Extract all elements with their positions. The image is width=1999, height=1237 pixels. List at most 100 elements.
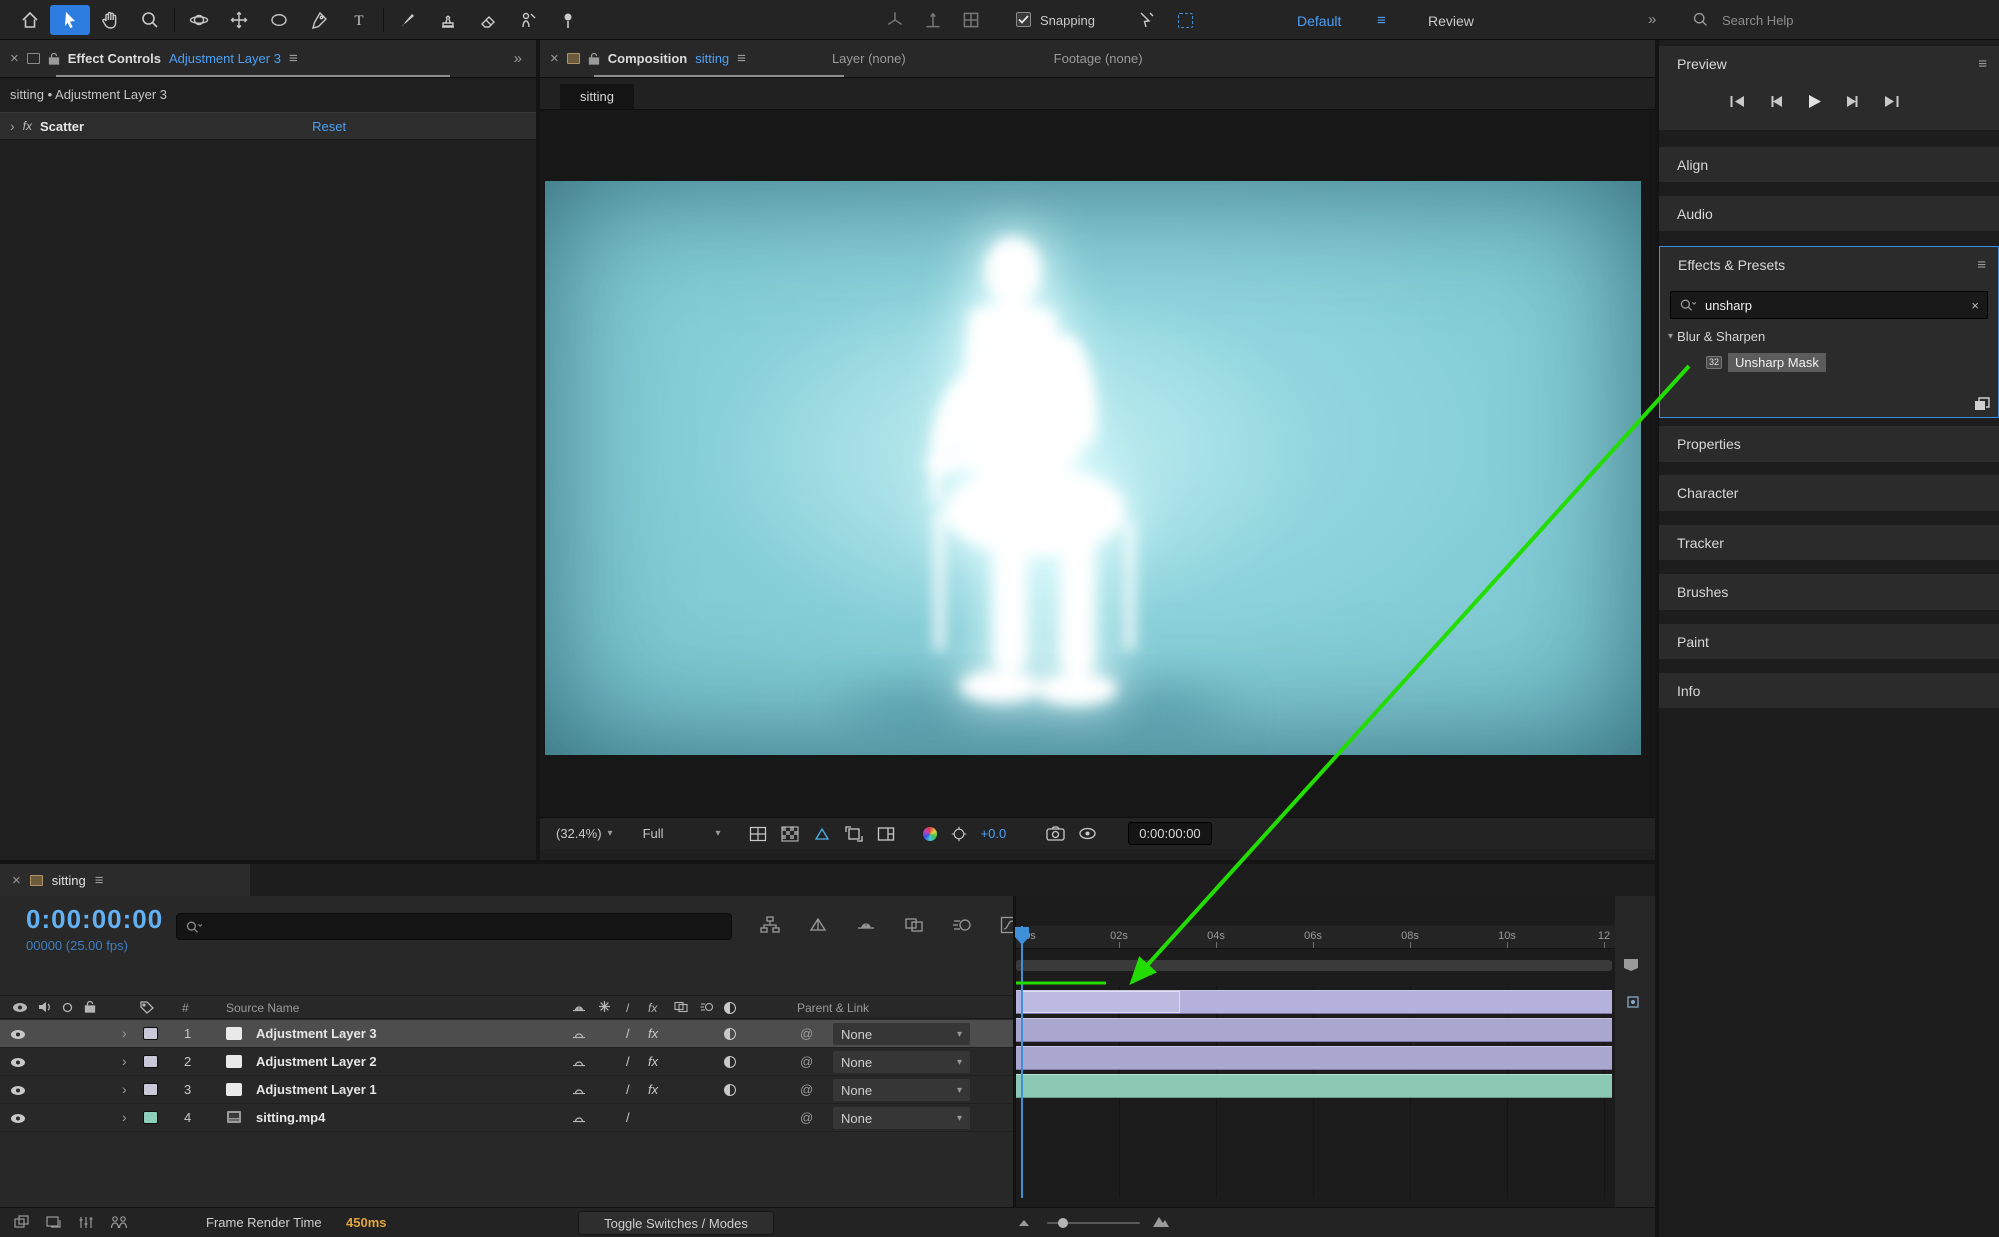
info-panel[interactable]: Info	[1659, 673, 1999, 708]
work-area-bar[interactable]	[1016, 960, 1612, 971]
magnification-dropdown[interactable]: (32.4%)▾	[556, 826, 613, 841]
snap-grid-icon[interactable]	[1178, 13, 1193, 28]
audio-panel[interactable]: Audio	[1659, 196, 1999, 231]
parent-pickwhip-icon[interactable]: @	[800, 1110, 813, 1125]
help-search-input[interactable]: Search Help	[1722, 13, 1794, 28]
transfer-controls-icon[interactable]	[46, 1215, 63, 1230]
shy-switch-icon[interactable]	[572, 1056, 586, 1069]
timeline-tab-label[interactable]: sitting	[52, 873, 86, 888]
chevron-down-icon[interactable]: ▾	[1668, 331, 1673, 342]
clone-stamp-tool-icon[interactable]	[428, 5, 468, 35]
quality-switch-icon[interactable]: /	[626, 1082, 630, 1097]
parent-pane-icon[interactable]	[110, 1215, 129, 1230]
parent-dropdown[interactable]: None▾	[833, 1107, 970, 1129]
preview-header[interactable]: Preview	[1677, 56, 1727, 72]
expand-layer-panes-icon[interactable]	[14, 1215, 31, 1230]
parent-dropdown[interactable]: None▾	[833, 1023, 970, 1045]
chevron-expand-icon[interactable]: ›	[122, 1025, 127, 1041]
panel-overflow-icon[interactable]: »	[514, 50, 522, 67]
orbit-camera-tool-icon[interactable]	[179, 5, 219, 35]
parent-dropdown[interactable]: None▾	[833, 1051, 970, 1073]
previous-frame-icon[interactable]	[1768, 95, 1785, 108]
fx-switch-icon[interactable]: fx	[648, 1054, 658, 1069]
viewer-timecode[interactable]: 0:00:00:00	[1128, 822, 1211, 845]
selection-tool-icon[interactable]	[50, 5, 90, 35]
current-timecode[interactable]: 0:00:00:00	[26, 904, 163, 935]
toggle-switches-modes-button[interactable]: Toggle Switches / Modes	[578, 1211, 774, 1235]
layer-row-1[interactable]: › 1 Adjustment Layer 3 / fx @ None▾	[0, 1020, 1013, 1048]
parent-pickwhip-icon[interactable]: @	[800, 1054, 813, 1069]
eye-icon[interactable]	[10, 1085, 26, 1096]
effects-presets-search[interactable]: unsharp ×	[1670, 291, 1988, 319]
pan-behind-tool-icon[interactable]	[219, 5, 259, 35]
next-frame-icon[interactable]	[1844, 95, 1861, 108]
timeline-tab[interactable]: × sitting ≡	[0, 864, 250, 896]
comp-marker-bin-icon[interactable]	[1623, 958, 1639, 972]
tab-layer[interactable]: Layer (none)	[832, 51, 906, 66]
type-tool-icon[interactable]: T	[339, 5, 379, 35]
view-layout-icon[interactable]	[877, 826, 895, 842]
layer-bar-adjustment-1[interactable]	[1016, 1046, 1612, 1070]
resolution-dropdown[interactable]: Full▾	[643, 826, 721, 841]
panel-menu-icon[interactable]: ≡	[95, 872, 104, 889]
parent-dropdown[interactable]: None▾	[833, 1079, 970, 1101]
paint-panel[interactable]: Paint	[1659, 624, 1999, 659]
panel-menu-icon[interactable]: ≡	[1978, 56, 1987, 73]
effect-result-label[interactable]: Unsharp Mask	[1728, 353, 1826, 372]
local-axis-mode-icon[interactable]	[884, 9, 906, 31]
quality-switch-icon[interactable]: /	[626, 1110, 630, 1125]
parent-link-column-header[interactable]: Parent & Link	[797, 1001, 869, 1015]
lock-icon[interactable]	[48, 52, 60, 65]
tab-footage[interactable]: Footage (none)	[1054, 51, 1143, 66]
layer-name[interactable]: sitting.mp4	[256, 1110, 325, 1125]
play-icon[interactable]	[1807, 94, 1822, 109]
layer-name[interactable]: Adjustment Layer 2	[256, 1054, 377, 1069]
comp-button-icon[interactable]	[1627, 996, 1639, 1008]
layer-row-3[interactable]: › 3 Adjustment Layer 1 / fx @ None▾	[0, 1076, 1013, 1104]
draft-3d-icon[interactable]	[808, 916, 828, 934]
properties-panel[interactable]: Properties	[1659, 426, 1999, 462]
first-frame-icon[interactable]	[1729, 95, 1746, 108]
category-blur-sharpen[interactable]: ▾ Blur & Sharpen	[1668, 329, 1765, 344]
shy-switch-icon[interactable]	[572, 1112, 586, 1125]
zoom-in-mountain-icon[interactable]	[1152, 1214, 1170, 1228]
transparency-grid-icon[interactable]	[781, 826, 799, 842]
close-icon[interactable]: ×	[10, 50, 19, 67]
reset-link[interactable]: Reset	[312, 119, 346, 134]
chevron-expand-icon[interactable]: ›	[122, 1053, 127, 1069]
timeline-search-input[interactable]	[176, 913, 732, 940]
brush-tool-icon[interactable]	[388, 5, 428, 35]
review-label[interactable]: Review	[1428, 13, 1474, 29]
close-icon[interactable]: ×	[550, 50, 559, 67]
mask-shape-tool-icon[interactable]	[259, 5, 299, 35]
snap-to-edges-icon[interactable]	[1136, 10, 1156, 30]
adjustment-switch-icon[interactable]	[724, 1056, 736, 1068]
exposure-value[interactable]: +0.0	[981, 826, 1007, 841]
layer-bar-adjustment-3[interactable]	[1016, 990, 1612, 1014]
adjustment-switch-icon[interactable]	[724, 1028, 736, 1040]
quality-switch-icon[interactable]: /	[626, 1054, 630, 1069]
layer-switches-pane-icon[interactable]	[78, 1215, 95, 1230]
quality-switch-icon[interactable]: /	[626, 1026, 630, 1041]
viewer-tab-sitting[interactable]: sitting	[560, 84, 634, 109]
tab-effect-controls[interactable]: Effect Controls	[68, 51, 161, 66]
layer-bar-adjustment-2[interactable]	[1016, 1018, 1612, 1042]
tracker-panel[interactable]: Tracker	[1659, 525, 1999, 560]
workspace-label[interactable]: Default	[1297, 13, 1341, 29]
panel-menu-icon[interactable]: ≡	[1977, 257, 1986, 274]
puppet-pin-tool-icon[interactable]	[548, 5, 588, 35]
world-axis-mode-icon[interactable]	[922, 9, 944, 31]
exposure-reset-icon[interactable]	[951, 826, 967, 842]
layer-row-4[interactable]: › 4 sitting.mp4 / @ None▾	[0, 1104, 1013, 1132]
label-color-swatch[interactable]	[143, 1083, 158, 1096]
show-snapshot-icon[interactable]	[1079, 827, 1096, 840]
snapping-checkbox[interactable]	[1016, 12, 1031, 27]
pen-tool-icon[interactable]	[299, 5, 339, 35]
composition-viewer[interactable]	[540, 110, 1655, 817]
effect-result-unsharp-mask[interactable]: 32 Unsharp Mask	[1706, 353, 1826, 372]
timeline-zoom-thumb[interactable]	[1058, 1218, 1068, 1228]
layer-row-2[interactable]: › 2 Adjustment Layer 2 / fx @ None▾	[0, 1048, 1013, 1076]
last-frame-icon[interactable]	[1883, 95, 1900, 108]
motion-blur-icon[interactable]	[952, 916, 972, 934]
panel-menu-icon[interactable]: ≡	[737, 50, 746, 67]
